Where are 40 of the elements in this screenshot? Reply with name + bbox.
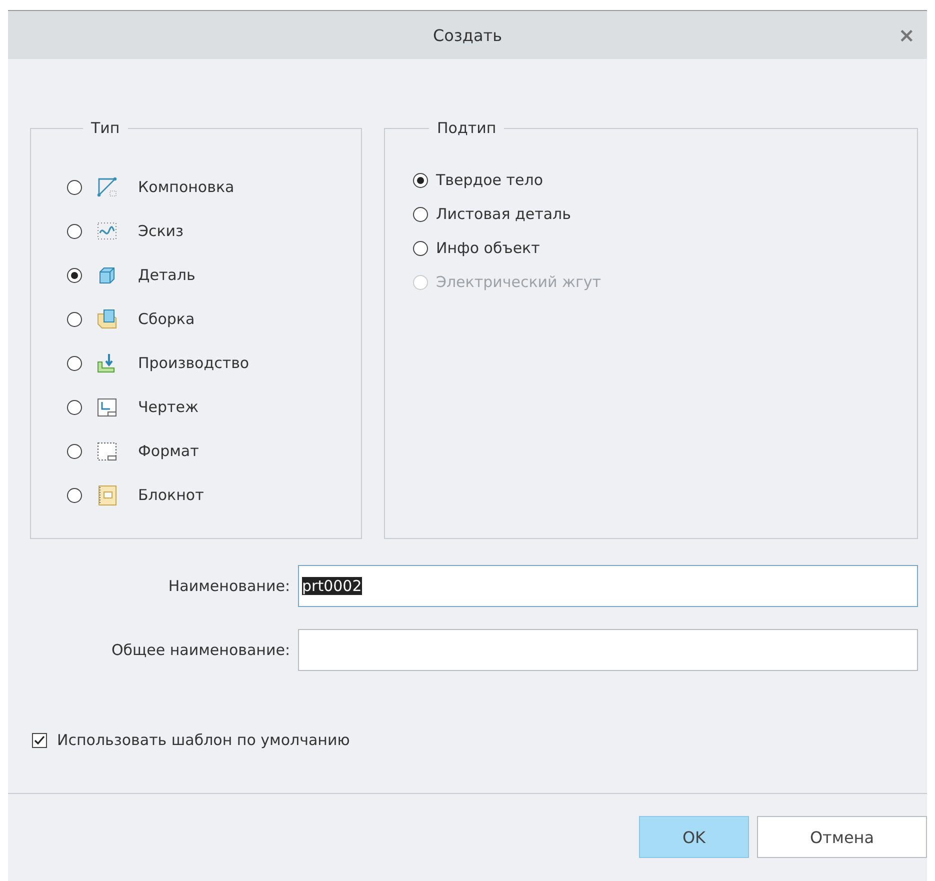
- cancel-button[interactable]: Отмена: [757, 816, 927, 858]
- radio-button[interactable]: [413, 172, 428, 188]
- radio-button[interactable]: [67, 444, 82, 458]
- field-label: Наименование:: [167, 577, 291, 595]
- option-label: Деталь: [138, 266, 196, 284]
- window-title: Создать: [432, 26, 502, 44]
- format-icon: [96, 440, 118, 462]
- option-label: Чертеж: [138, 398, 199, 416]
- drawing-icon: [96, 396, 118, 418]
- group-title: Подтип: [436, 119, 498, 137]
- assembly-icon: [96, 308, 118, 330]
- radio-button[interactable]: [67, 312, 82, 326]
- radio-button[interactable]: [413, 206, 428, 222]
- group-title: Тип: [90, 119, 121, 137]
- radio-button[interactable]: [67, 488, 82, 502]
- option-label: Формат: [138, 442, 199, 460]
- radio-button[interactable]: [67, 400, 82, 414]
- radio-button[interactable]: [67, 268, 82, 282]
- radio-button[interactable]: [413, 240, 428, 256]
- option-label: Компоновка: [138, 178, 234, 196]
- radio-button[interactable]: [67, 356, 82, 370]
- option-label: Инфо объект: [436, 239, 540, 257]
- option-label: Листовая деталь: [436, 205, 571, 223]
- notebook-icon: [96, 484, 118, 506]
- option-label: Сборка: [138, 310, 195, 328]
- radio-button[interactable]: [67, 180, 82, 194]
- option-label: Блокнот: [138, 486, 204, 504]
- ok-button[interactable]: OK: [639, 816, 749, 858]
- option-label: Эскиз: [138, 222, 184, 240]
- checkbox-label: Использовать шаблон по умолчанию: [57, 731, 350, 749]
- option-label: Твердое тело: [436, 171, 544, 189]
- layout-icon: [96, 176, 118, 198]
- checkbox[interactable]: [32, 732, 47, 748]
- field-label: Общее наименование:: [110, 641, 291, 659]
- radio-button[interactable]: [67, 224, 82, 238]
- sketch-icon: [96, 220, 118, 242]
- option-label: Электрический жгут: [436, 273, 602, 291]
- input-field[interactable]: prt0002: [298, 565, 918, 607]
- input-field[interactable]: [298, 629, 918, 671]
- option-label: Производство: [138, 354, 250, 372]
